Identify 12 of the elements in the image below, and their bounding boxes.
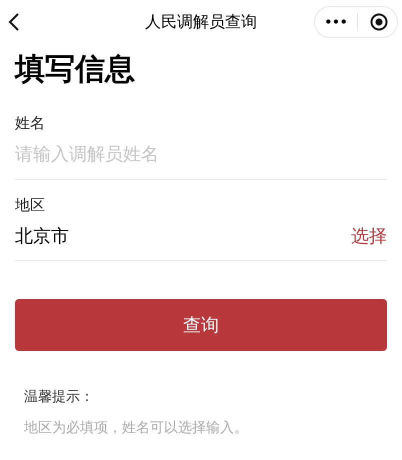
field-label: 地区 [15, 194, 46, 216]
page-heading: 填写信息 [15, 51, 136, 89]
search-button[interactable]: 查询 [15, 299, 387, 351]
tip-title: 温馨提示： [24, 388, 95, 407]
field-label: 姓名 [15, 113, 46, 134]
tip-text: 地区为必填项，姓名可以选择输入。 [24, 419, 249, 438]
select-link[interactable]: 选择 [351, 222, 387, 250]
back-icon[interactable] [8, 12, 20, 32]
region-value: 北京市 [15, 224, 69, 248]
more-button[interactable]: ••• [315, 13, 357, 31]
name-input-field[interactable]: 请输入调解员姓名 [15, 140, 387, 168]
nav-title: 人民调解员查询 [145, 11, 257, 33]
